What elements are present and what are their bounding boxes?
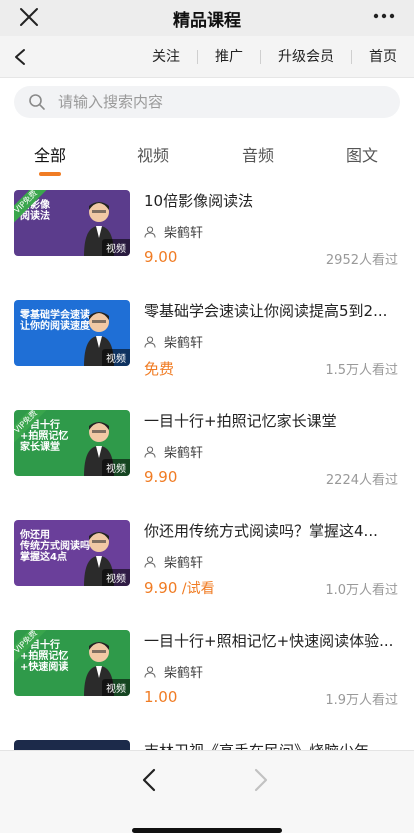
chevron-left-icon[interactable] — [12, 48, 28, 66]
course-item[interactable]: 吉林卫视《高手在民间》烧脑少年... — [0, 728, 414, 750]
title-bar: 精品课程 — [0, 0, 414, 36]
author-name: 柴鹤轩 — [164, 446, 204, 461]
chevron-left-icon[interactable] — [140, 767, 158, 793]
browser-bottom-bar — [0, 750, 414, 833]
author-name: 柴鹤轩 — [164, 336, 204, 351]
course-author: 柴鹤轩 — [144, 442, 203, 461]
tab-all[interactable]: 全部 — [34, 142, 66, 166]
price-suffix: /试看 — [177, 581, 215, 597]
nav-link-upgrade[interactable]: 升级会员 — [261, 49, 351, 65]
course-price: 免费 — [144, 358, 174, 379]
course-author: 柴鹤轩 — [144, 332, 203, 351]
tab-article[interactable]: 图文 — [346, 142, 378, 166]
user-icon — [144, 556, 156, 568]
media-type-badge: 视频 — [102, 239, 130, 256]
category-tabs: 全部 视频 音频 图文 — [0, 134, 414, 178]
course-price: 9.90 /试看 — [144, 578, 215, 598]
media-type-badge: 视频 — [102, 349, 130, 366]
course-item[interactable]: 一目十行 +拍照记忆 家长课堂 VIP免费 视频 一目十行+拍照记忆家长课堂柴鹤轩 9.… — [0, 398, 414, 508]
course-list[interactable]: 倍影像 阅读法 VIP免费 视频 10倍影像阅读法柴鹤轩 9.00 2952人看过零基础学… — [0, 178, 414, 750]
active-tab-indicator — [39, 172, 61, 176]
course-item[interactable]: 一目十行 +拍照记忆 +快速阅读 VIP免费 视频 一目十行+照相记忆+快速阅读体验.… — [0, 618, 414, 728]
view-count: 2952人看过 — [325, 253, 398, 268]
nav-links: 关注 推广 升级会员 首页 — [135, 36, 414, 78]
course-item[interactable]: 倍影像 阅读法 VIP免费 视频 10倍影像阅读法柴鹤轩 9.00 2952人看过 — [0, 178, 414, 288]
course-price: 9.00 — [144, 248, 177, 266]
course-title[interactable]: 你还用传统方式阅读吗？掌握这4... — [144, 520, 400, 541]
price-value: 1.00 — [144, 688, 178, 706]
course-title[interactable]: 一目十行+拍照记忆家长课堂 — [144, 410, 400, 431]
media-type-badge: 视频 — [102, 679, 130, 696]
user-icon — [144, 226, 156, 238]
course-title[interactable]: 零基础学会速读让你阅读提高5到2... — [144, 300, 400, 321]
nav-link-home[interactable]: 首页 — [352, 49, 414, 65]
price-value: 免费 — [144, 360, 175, 378]
search-input[interactable] — [58, 86, 378, 118]
author-name: 柴鹤轩 — [164, 556, 204, 571]
author-name: 柴鹤轩 — [164, 226, 204, 241]
media-type-badge: 视频 — [102, 569, 130, 586]
view-count: 2224人看过 — [325, 473, 398, 488]
course-title[interactable]: 吉林卫视《高手在民间》烧脑少年... — [144, 740, 400, 750]
chevron-right-icon[interactable] — [252, 767, 270, 793]
price-value: 9.90 — [144, 579, 178, 597]
course-author: 柴鹤轩 — [144, 662, 203, 681]
search-bar — [14, 86, 400, 118]
price-value: 9.90 — [144, 468, 178, 486]
course-thumbnail[interactable] — [14, 740, 130, 750]
search-icon — [29, 94, 45, 110]
more-icon[interactable] — [372, 6, 396, 26]
course-author: 柴鹤轩 — [144, 222, 203, 241]
user-icon — [144, 666, 156, 678]
view-count: 1.0万人看过 — [325, 583, 398, 598]
user-icon — [144, 336, 156, 348]
course-thumbnail[interactable]: 倍影像 阅读法 VIP免费 视频 — [14, 190, 130, 256]
course-title[interactable]: 一目十行+照相记忆+快速阅读体验... — [144, 630, 400, 651]
course-price: 1.00 — [144, 688, 177, 706]
tab-audio[interactable]: 音频 — [242, 142, 274, 166]
nav-link-follow[interactable]: 关注 — [135, 49, 197, 65]
view-count: 1.5万人看过 — [325, 363, 398, 378]
course-item[interactable]: 零基础学会速读 让你的阅读速度 视频 零基础学会速读让你阅读提高5到2... 柴鹤轩免… — [0, 288, 414, 398]
course-price: 9.90 — [144, 468, 177, 486]
media-type-badge: 视频 — [102, 459, 130, 476]
course-thumbnail[interactable]: 一目十行 +拍照记忆 +快速阅读 VIP免费 视频 — [14, 630, 130, 696]
author-name: 柴鹤轩 — [164, 666, 204, 681]
page-title: 精品课程 — [173, 11, 241, 31]
course-thumbnail[interactable]: 一目十行 +拍照记忆 家长课堂 VIP免费 视频 — [14, 410, 130, 476]
tab-video[interactable]: 视频 — [137, 142, 169, 166]
course-item[interactable]: 你还用 传统方式阅读吗? 掌握这4点 视频 你还用传统方式阅读吗？掌握这4... 柴鹤… — [0, 508, 414, 618]
price-value: 9.00 — [144, 248, 178, 266]
course-title[interactable]: 10倍影像阅读法 — [144, 190, 400, 211]
thumbnail-banner-text: 零基础学会速读 让你的阅读速度 — [20, 310, 90, 332]
nav-bar: 关注 推广 升级会员 首页 — [0, 36, 414, 78]
nav-link-promote[interactable]: 推广 — [198, 49, 260, 65]
course-author: 柴鹤轩 — [144, 552, 203, 571]
course-thumbnail[interactable]: 你还用 传统方式阅读吗? 掌握这4点 视频 — [14, 520, 130, 586]
view-count: 1.9万人看过 — [325, 693, 398, 708]
course-thumbnail[interactable]: 零基础学会速读 让你的阅读速度 视频 — [14, 300, 130, 366]
home-indicator — [132, 828, 282, 833]
user-icon — [144, 446, 156, 458]
